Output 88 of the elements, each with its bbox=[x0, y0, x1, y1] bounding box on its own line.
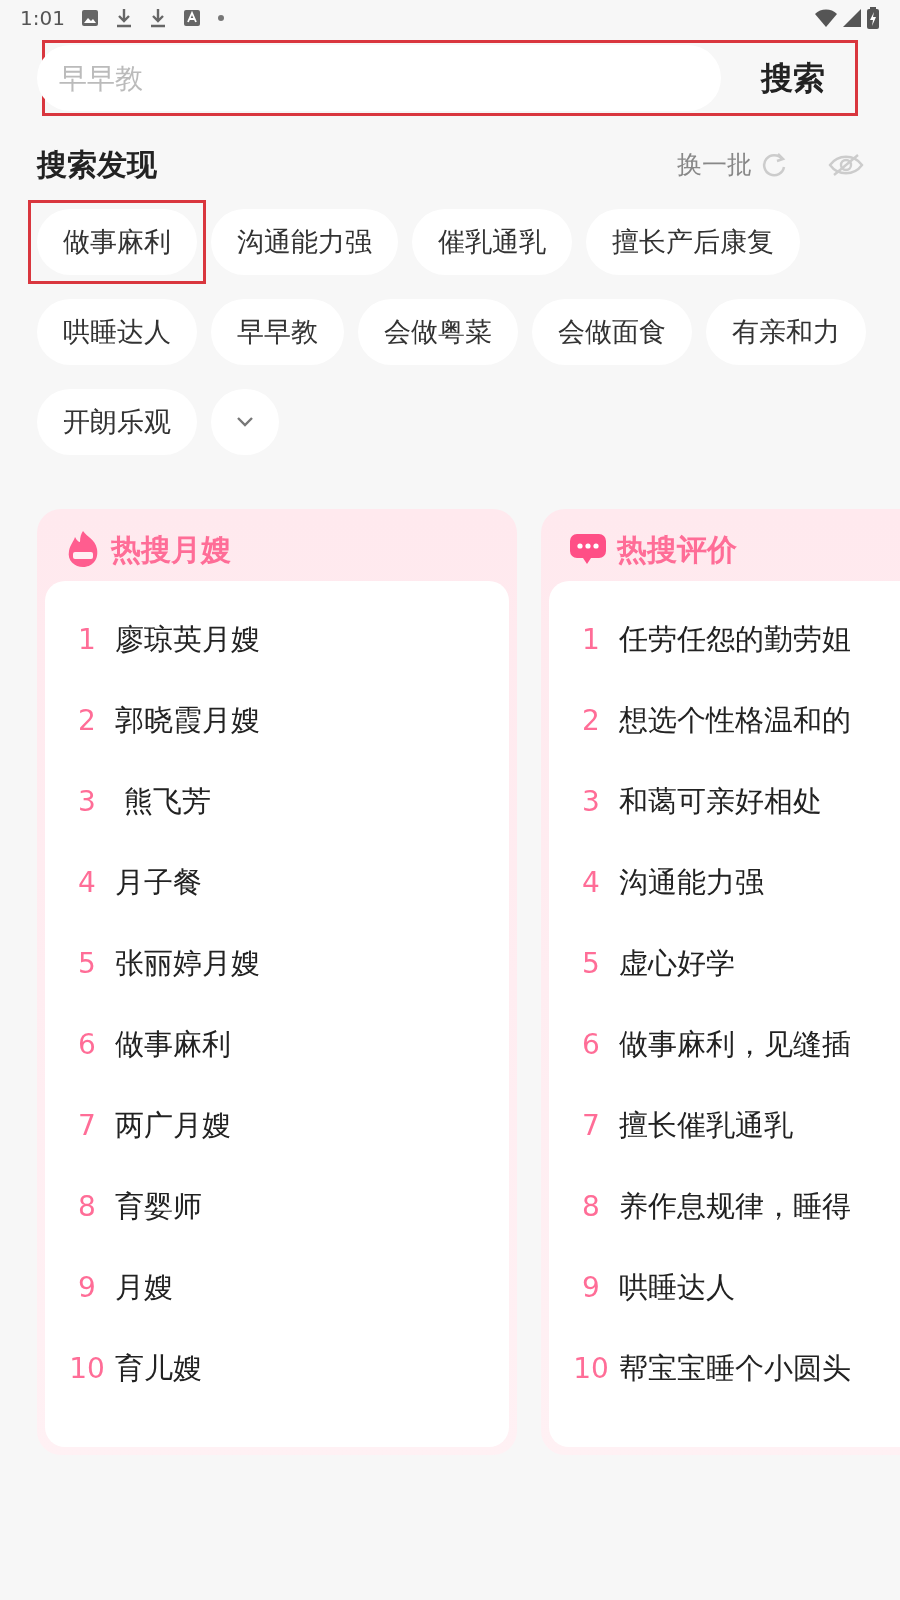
tag-chip[interactable]: 开朗乐观 bbox=[37, 389, 197, 455]
wifi-icon bbox=[814, 8, 838, 28]
rank-number: 4 bbox=[77, 864, 97, 901]
rank-number: 4 bbox=[581, 864, 601, 901]
rank-number: 2 bbox=[77, 702, 97, 739]
rank-number: 3 bbox=[77, 783, 97, 820]
ranking-item[interactable]: 10 育儿嫂 bbox=[45, 1328, 509, 1409]
ranking-item[interactable]: 3 和蔼可亲好相处 bbox=[549, 761, 900, 842]
ranking-item[interactable]: 7 擅长催乳通乳 bbox=[549, 1085, 900, 1166]
ranking-item[interactable]: 9 哄睡达人 bbox=[549, 1247, 900, 1328]
ranking-item[interactable]: 6 做事麻利 bbox=[45, 1004, 509, 1085]
ranking-item[interactable]: 10 帮宝宝睡个小圆头 bbox=[549, 1328, 900, 1409]
item-text: 月嫂 bbox=[115, 1268, 173, 1306]
tag-chip[interactable]: 会做粤菜 bbox=[358, 299, 518, 365]
download-icon bbox=[114, 8, 133, 28]
rank-number: 5 bbox=[77, 945, 97, 982]
eye-hidden-icon[interactable] bbox=[828, 151, 864, 178]
section-title: 搜索发现 bbox=[37, 146, 157, 184]
item-text: 帮宝宝睡个小圆头 bbox=[619, 1349, 851, 1387]
item-text: 任劳任怨的勤劳姐 bbox=[619, 620, 851, 658]
battery-icon bbox=[866, 7, 880, 29]
item-text: 养作息规律，睡得 bbox=[619, 1187, 851, 1225]
rank-number: 7 bbox=[581, 1107, 601, 1144]
item-text: 熊飞芳 bbox=[123, 782, 212, 820]
ranking-item[interactable]: 2 想选个性格温和的 bbox=[549, 680, 900, 761]
rank-number: 7 bbox=[77, 1107, 97, 1144]
tag-chip[interactable]: 擅长产后康复 bbox=[586, 209, 800, 275]
item-text: 郭晓霞月嫂 bbox=[115, 701, 260, 739]
signal-icon bbox=[842, 8, 862, 28]
ranking-item[interactable]: 1 任劳任怨的勤劳姐 bbox=[549, 599, 900, 680]
image-icon bbox=[80, 9, 99, 27]
tag-chip[interactable]: 催乳通乳 bbox=[412, 209, 572, 275]
item-text: 擅长催乳通乳 bbox=[619, 1106, 793, 1144]
ranking-item[interactable]: 9 月嫂 bbox=[45, 1247, 509, 1328]
tag-chip[interactable]: 有亲和力 bbox=[706, 299, 866, 365]
item-text: 哄睡达人 bbox=[619, 1268, 735, 1306]
card-title: 热搜评价 bbox=[617, 530, 737, 569]
search-button[interactable]: 搜索 bbox=[761, 54, 825, 102]
item-text: 做事麻利 bbox=[115, 1025, 231, 1063]
ranking-item[interactable]: 1 廖琼英月嫂 bbox=[45, 599, 509, 680]
chevron-down-icon bbox=[235, 416, 255, 428]
item-text: 想选个性格温和的 bbox=[619, 701, 851, 739]
item-text: 两广月嫂 bbox=[115, 1106, 231, 1144]
tag-chip[interactable]: 会做面食 bbox=[532, 299, 692, 365]
ranking-item[interactable]: 8 养作息规律，睡得 bbox=[549, 1166, 900, 1247]
ranking-item[interactable]: 5 张丽婷月嫂 bbox=[45, 923, 509, 1004]
rank-number: 1 bbox=[581, 621, 601, 658]
ranking-item[interactable]: 5 虚心好学 bbox=[549, 923, 900, 1004]
item-text: 育儿嫂 bbox=[115, 1349, 202, 1387]
rank-number: 9 bbox=[77, 1269, 97, 1306]
ranking-item[interactable]: 7 两广月嫂 bbox=[45, 1085, 509, 1166]
rank-number: 6 bbox=[77, 1026, 97, 1063]
rank-number: 3 bbox=[581, 783, 601, 820]
rank-number: 2 bbox=[581, 702, 601, 739]
item-text: 育婴师 bbox=[115, 1187, 202, 1225]
refresh-icon bbox=[760, 150, 788, 179]
ranking-item[interactable]: 4 沟通能力强 bbox=[549, 842, 900, 923]
rank-number: 8 bbox=[581, 1188, 601, 1225]
item-text: 张丽婷月嫂 bbox=[115, 944, 260, 982]
rank-number: 10 bbox=[572, 1350, 610, 1387]
tag-chip[interactable]: 沟通能力强 bbox=[211, 209, 398, 275]
rank-number: 9 bbox=[581, 1269, 601, 1306]
item-text: 廖琼英月嫂 bbox=[115, 620, 260, 658]
card-title: 热搜月嫂 bbox=[111, 530, 231, 569]
ranking-item[interactable]: 2 郭晓霞月嫂 bbox=[45, 680, 509, 761]
ranking-item[interactable]: 6 做事麻利，见缝插 bbox=[549, 1004, 900, 1085]
item-text: 和蔼可亲好相处 bbox=[619, 782, 822, 820]
ranking-item[interactable]: 3 熊飞芳 bbox=[45, 761, 509, 842]
rank-number: 1 bbox=[77, 621, 97, 658]
search-field[interactable]: 早早教 bbox=[37, 45, 721, 111]
item-text: 做事麻利，见缝插 bbox=[619, 1025, 851, 1063]
rank-number: 8 bbox=[77, 1188, 97, 1225]
rank-number: 5 bbox=[581, 945, 601, 982]
item-text: 虚心好学 bbox=[619, 944, 735, 982]
status-time: 1:01 bbox=[20, 5, 65, 32]
rank-number: 6 bbox=[581, 1026, 601, 1063]
ranking-item[interactable]: 4 月子餐 bbox=[45, 842, 509, 923]
chat-bubble-icon bbox=[569, 532, 607, 566]
tag-chip[interactable]: 做事麻利 bbox=[37, 209, 197, 275]
font-icon bbox=[182, 9, 201, 27]
rank-number: 10 bbox=[68, 1350, 106, 1387]
download-icon bbox=[148, 8, 167, 28]
tag-chip[interactable]: 哄睡达人 bbox=[37, 299, 197, 365]
dot-icon bbox=[216, 14, 225, 22]
tag-chip[interactable]: 早早教 bbox=[211, 299, 344, 365]
item-text: 月子餐 bbox=[115, 863, 202, 901]
ranking-item[interactable]: 8 育婴师 bbox=[45, 1166, 509, 1247]
item-text: 沟通能力强 bbox=[619, 863, 764, 901]
